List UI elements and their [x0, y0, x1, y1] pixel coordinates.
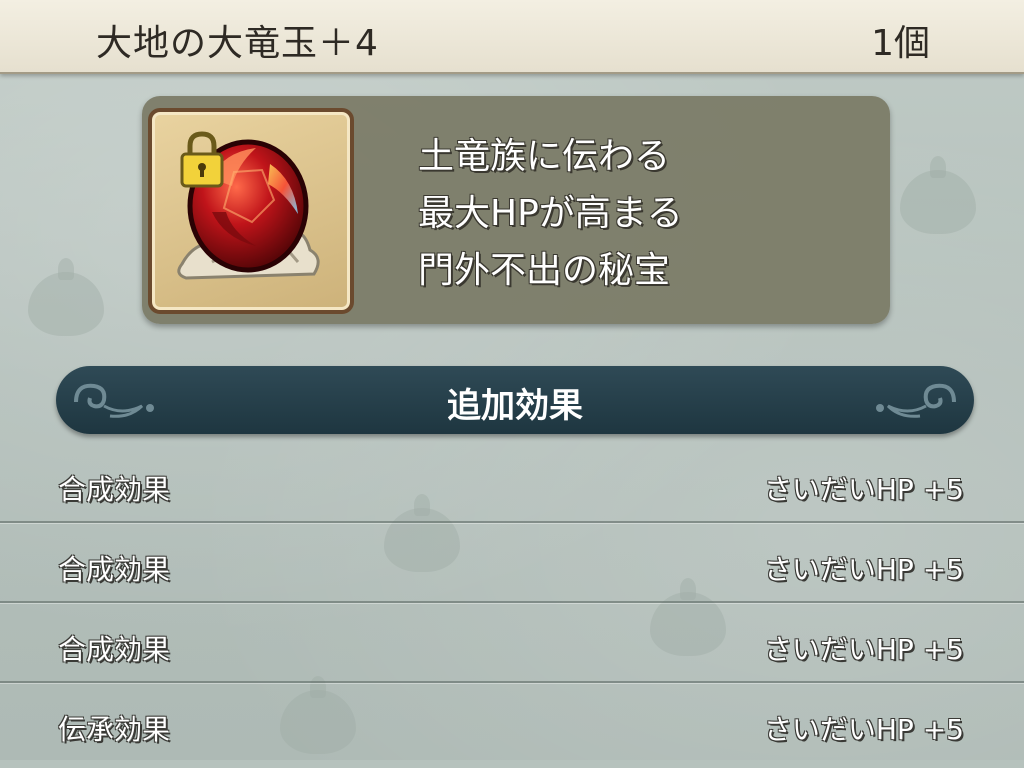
row-divider	[0, 601, 1024, 603]
description-line: 土竜族に伝わる	[418, 136, 671, 177]
lock-icon	[180, 131, 224, 188]
item-icon-frame[interactable]	[148, 108, 354, 314]
item-title-bar: 大地の大竜玉＋4 1個	[0, 0, 1024, 74]
effect-value: さいだいHP +5	[763, 473, 964, 506]
red-dragon-orb-icon	[177, 131, 320, 280]
effect-value: さいだいHP +5	[763, 633, 964, 666]
item-count: 1個	[871, 23, 930, 64]
effect-value: さいだいHP +5	[763, 713, 964, 746]
effect-row: 合成効果 さいだいHP +5	[0, 608, 1024, 688]
description-line: 最大HPが高まる	[418, 193, 683, 234]
additional-effects-header: 追加効果	[56, 366, 974, 434]
row-divider	[0, 681, 1024, 683]
effect-value: さいだいHP +5	[763, 553, 964, 586]
section-title: 追加効果	[447, 386, 583, 426]
effect-row: 伝承効果 さいだいHP +5	[0, 688, 1024, 768]
effect-row: 合成効果 さいだいHP +5	[0, 528, 1024, 608]
effect-row: 合成効果 さいだいHP +5	[0, 448, 1024, 528]
row-divider	[0, 521, 1024, 523]
item-description: 土竜族に伝わる 最大HPが高まる 門外不出の秘宝	[418, 128, 683, 299]
effect-type: 合成効果	[58, 473, 171, 506]
ornament-right-icon	[876, 383, 956, 418]
effect-type: 合成効果	[58, 633, 171, 666]
effect-type: 伝承効果	[58, 713, 171, 746]
item-name: 大地の大竜玉＋4	[96, 23, 379, 64]
description-line: 門外不出の秘宝	[418, 250, 671, 291]
effect-type: 合成効果	[58, 553, 171, 586]
